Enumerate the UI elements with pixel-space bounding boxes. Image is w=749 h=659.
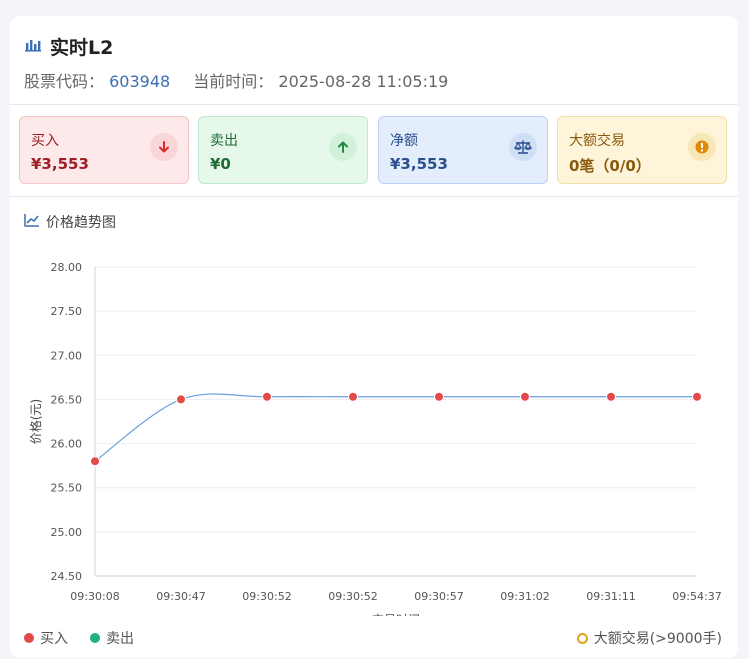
buy-point [348, 391, 358, 402]
y-tick-label: 25.50 [51, 482, 83, 495]
y-tick-label: 27.00 [51, 349, 83, 362]
net-value: ¥3,553 [390, 155, 448, 173]
line-chart-icon [24, 213, 40, 231]
current-time: 2025-08-28 11:05:19 [278, 72, 449, 91]
x-tick-label: 09:30:52 [242, 590, 291, 603]
alert-icon [688, 133, 716, 161]
buy-point [176, 394, 186, 405]
big-trade-legend-marker [576, 632, 588, 644]
buy-stat-card: 买入 ¥3,553 [19, 116, 189, 184]
y-axis-title: 价格(元) [28, 399, 43, 444]
y-tick-label: 28.00 [51, 261, 83, 274]
x-tick-label: 09:31:02 [500, 590, 549, 603]
buy-point [90, 456, 100, 467]
buy-point [434, 391, 444, 402]
x-tick-label: 09:30:08 [70, 590, 119, 603]
stock-code: 603948 [109, 72, 171, 91]
sell-value: ¥0 [210, 155, 231, 173]
x-tick-label: 09:30:52 [328, 590, 377, 603]
x-axis-title: 交易时间 [372, 612, 420, 616]
y-tick-label: 24.50 [51, 570, 83, 583]
buy-point [520, 391, 530, 402]
arrow-up-icon [329, 133, 357, 161]
sell-legend-label: 卖出 [106, 631, 134, 647]
header: 实时L2 股票代码： 603948 当前时间： 2025-08-28 11:05… [24, 32, 448, 92]
price-trend-label: 价格趋势图 [46, 215, 116, 231]
buy-legend-label: 买入 [40, 631, 68, 647]
current-time-label: 当前时间： [193, 72, 274, 91]
legend-sell[interactable]: 卖出 [90, 628, 134, 648]
big-trade-stat-card: 大额交易 0笔（0/0） [557, 116, 727, 184]
net-stat-card: 净额 ¥3,553 [378, 116, 548, 184]
big-trade-value: 0笔（0/0） [569, 157, 651, 175]
divider [10, 104, 738, 105]
arrow-down-icon [150, 133, 178, 161]
sell-legend-marker [90, 633, 100, 643]
price-series-line [94, 393, 697, 462]
divider [10, 196, 738, 197]
scale-icon [509, 133, 537, 161]
buy-legend-marker [24, 633, 34, 643]
buy-point [692, 391, 702, 402]
bar-chart-icon [24, 36, 42, 56]
stock-code-label: 股票代码： [24, 72, 105, 91]
legend-big-trade[interactable]: 大额交易(>9000手) [576, 628, 722, 648]
buy-point [606, 391, 616, 402]
sell-label: 卖出 [210, 133, 238, 149]
y-tick-label: 27.50 [51, 305, 83, 318]
x-tick-label: 09:30:47 [156, 590, 205, 603]
price-chart: 24.50 25.00 25.50 26.00 26.50 27.00 27.50 28.00… [28, 261, 722, 616]
big-trade-legend-label: 大额交易(>9000手) [593, 631, 722, 647]
x-tick-label: 09:54:37 [672, 590, 721, 603]
y-tick-label: 26.00 [51, 438, 83, 451]
x-tick-label: 09:30:57 [414, 590, 463, 603]
net-label: 净额 [390, 133, 418, 149]
sell-stat-card: 卖出 ¥0 [198, 116, 368, 184]
price-trend-title: 价格趋势图 [24, 212, 116, 232]
legend-buy[interactable]: 买入 [24, 628, 68, 648]
x-tick-label: 09:31:11 [586, 590, 635, 603]
y-tick-label: 26.50 [51, 393, 83, 406]
buy-label: 买入 [31, 133, 59, 149]
buy-point [262, 391, 272, 402]
l2-card: 实时L2 股票代码： 603948 当前时间： 2025-08-28 11:05… [10, 16, 738, 658]
buy-value: ¥3,553 [31, 155, 89, 173]
page-title: 实时L2 [50, 36, 114, 59]
big-trade-label: 大额交易 [569, 133, 625, 149]
y-tick-label: 25.00 [51, 526, 83, 539]
